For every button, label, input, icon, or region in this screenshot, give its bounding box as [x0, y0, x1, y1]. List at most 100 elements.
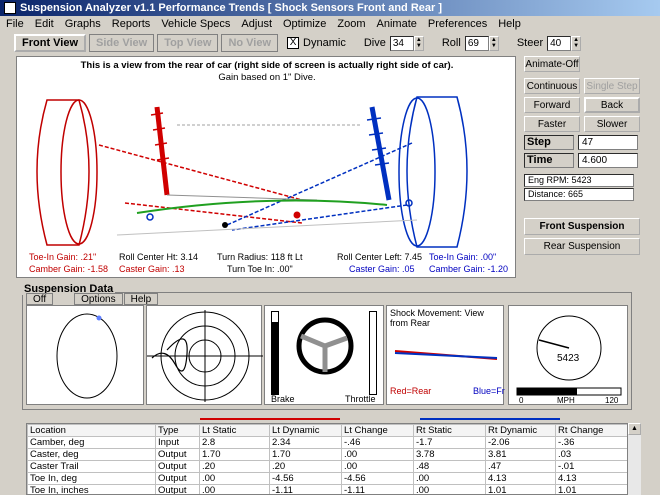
menu-file[interactable]: File [6, 18, 24, 30]
cell-rt-change: -.36 [555, 436, 628, 449]
camber-gain-left: Camber Gain: -1.58 [29, 264, 109, 274]
cell-location: Camber, deg [27, 436, 156, 449]
dynamic-checkbox[interactable]: X [287, 37, 300, 49]
roll-label: Roll [441, 37, 461, 49]
side-view-button[interactable]: Side View [89, 34, 155, 52]
cell-type: Input [155, 436, 200, 449]
menu-adjust[interactable]: Adjust [241, 18, 272, 30]
view-toolbar: Front View Side View Top View No View X … [0, 31, 660, 55]
time-label: Time [524, 153, 574, 168]
menu-animate[interactable]: Animate [377, 18, 417, 30]
no-view-button[interactable]: No View [221, 34, 279, 52]
menu-preferences[interactable]: Preferences [428, 18, 487, 30]
steer-spinner[interactable]: ▲ ▼ [571, 35, 582, 51]
cell-location: Toe In, deg [27, 472, 156, 485]
steer-field: Steer ▲▼ [517, 35, 582, 51]
camber-gain-right: Camber Gain: -1.20 [429, 264, 509, 274]
cell-lt-static: 1.70 [199, 448, 270, 461]
dive-spinner[interactable]: ▲ ▼ [413, 35, 424, 51]
menu-edit[interactable]: Edit [35, 18, 54, 30]
col-lt-dynamic[interactable]: Lt Dynamic [269, 424, 342, 437]
scroll-up-icon[interactable]: ▲ [628, 423, 641, 435]
throttle-label: Throttle [345, 394, 376, 404]
col-lt-static[interactable]: Lt Static [199, 424, 270, 437]
cell-rt-change: 4.13 [555, 472, 628, 485]
menu-optimize[interactable]: Optimize [283, 18, 326, 30]
cell-lt-dynamic: .20 [269, 460, 342, 473]
dive-input[interactable] [389, 35, 414, 51]
col-lt-change[interactable]: Lt Change [341, 424, 414, 437]
app-icon [4, 2, 16, 14]
cell-lt-static: .20 [199, 460, 270, 473]
cell-lt-dynamic: 1.70 [269, 448, 342, 461]
tab-off[interactable]: Off [26, 293, 54, 305]
cell-lt-change: -4.56 [341, 472, 414, 485]
menu-bar: File Edit Graphs Reports Vehicle Specs A… [0, 16, 660, 31]
tire-footprint-pane [26, 305, 144, 405]
front-view-button[interactable]: Front View [14, 34, 87, 52]
caster-gain-right: Caster Gain: .05 [349, 264, 415, 274]
window-title: Suspension Analyzer v1.1 Performance Tre… [20, 2, 442, 14]
gforce-pane [146, 305, 263, 405]
distance-readout: Distance: 665 [524, 188, 634, 201]
cell-type: Output [155, 472, 200, 485]
cell-lt-change: .00 [341, 448, 414, 461]
cell-lt-static: .00 [199, 484, 270, 494]
cell-lt-static: 2.8 [199, 436, 270, 449]
cell-location: Toe In, inches [27, 484, 156, 494]
top-view-button[interactable]: Top View [157, 34, 219, 52]
forward-button[interactable]: Forward [524, 97, 580, 113]
menu-reports[interactable]: Reports [112, 18, 151, 30]
roll-center-left: Roll Center Left: 7.45 [337, 252, 423, 262]
table-row[interactable]: Caster Trail Output .20.20.00.48.47 -.01 [27, 460, 628, 473]
cell-rt-static: .00 [413, 484, 486, 494]
back-button[interactable]: Back [584, 97, 640, 113]
continuous-button[interactable]: Continuous [524, 78, 580, 94]
menu-help[interactable]: Help [498, 18, 521, 30]
mph-min: 0 [519, 396, 524, 405]
col-rt-change[interactable]: Rt Change [555, 424, 628, 437]
table-row[interactable]: Caster, deg Output 1.70 1.70.00 3.78 3.81.03 [27, 448, 628, 461]
cell-type: Output [155, 484, 200, 494]
cell-lt-dynamic: -1.11 [269, 484, 342, 494]
front-suspension-button[interactable]: Front Suspension [524, 218, 640, 235]
table-row[interactable]: Toe In, deg Output .00 -4.56 -4.56.00 4.13 4.1… [27, 472, 628, 485]
cell-type: Output [155, 460, 200, 473]
menu-vehicle-specs[interactable]: Vehicle Specs [161, 18, 230, 30]
single-step-button[interactable]: Single Step [584, 78, 640, 94]
steer-input[interactable] [547, 35, 572, 51]
cell-lt-change: -1.11 [341, 484, 414, 494]
suspension-data-tabs: Off Options Help [26, 293, 159, 305]
left-side-indicator [200, 418, 340, 420]
cell-rt-dynamic: .47 [485, 460, 556, 473]
roll-center-marker [293, 211, 301, 219]
table-row[interactable]: Camber, deg Input 2.8 2.34 -.46 -1.7 -2.06 -.36 [27, 436, 628, 449]
tab-help[interactable]: Help [123, 293, 159, 305]
table-row[interactable]: Toe In, inches Output .00 -1.11 -1.11.00 1.01… [27, 484, 628, 494]
dynamic-toggle[interactable]: X Dynamic [287, 37, 346, 49]
menu-zoom[interactable]: Zoom [337, 18, 365, 30]
right-shock-icon [366, 106, 392, 201]
shock-movement-pane: Shock Movement: View from Rear Red=Rear … [386, 305, 505, 405]
col-rt-static[interactable]: Rt Static [413, 424, 486, 437]
roll-input[interactable] [464, 35, 489, 51]
time-value: 4.600 [578, 153, 638, 168]
steering-wheel-icon [296, 317, 354, 375]
col-type[interactable]: Type [155, 424, 200, 437]
tab-options[interactable]: Options [74, 293, 123, 305]
cell-rt-static: -1.7 [413, 436, 486, 449]
col-rt-dynamic[interactable]: Rt Dynamic [485, 424, 556, 437]
table-scrollbar[interactable]: ▲ [627, 423, 641, 495]
col-location[interactable]: Location [27, 424, 156, 437]
dive-field: Dive ▲▼ [364, 35, 424, 51]
cell-lt-change: -.46 [341, 436, 414, 449]
animate-off-button[interactable]: Animate-Off [524, 56, 580, 72]
rear-suspension-button[interactable]: Rear Suspension [524, 238, 640, 255]
cell-location: Caster, deg [27, 448, 156, 461]
faster-button[interactable]: Faster [524, 116, 580, 132]
slower-button[interactable]: Slower [584, 116, 640, 132]
cell-rt-static: 3.78 [413, 448, 486, 461]
roll-spinner[interactable]: ▲ ▼ [488, 35, 499, 51]
roll-field: Roll ▲▼ [441, 35, 499, 51]
menu-graphs[interactable]: Graphs [65, 18, 101, 30]
